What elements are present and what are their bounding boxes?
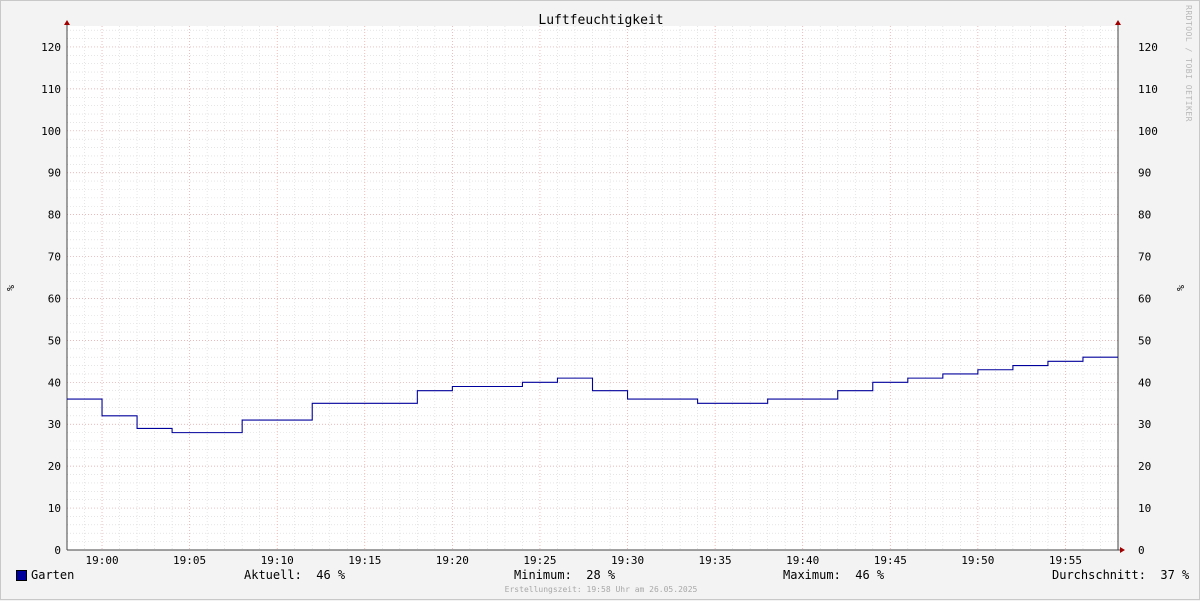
legend-max-value: 46 %	[855, 568, 884, 582]
y-tick-label-left: 30	[48, 418, 61, 431]
x-tick-label: 19:40	[786, 554, 819, 567]
x-tick-label: 19:05	[173, 554, 206, 567]
y-tick-label-right: 80	[1138, 209, 1151, 222]
x-tick-label: 19:50	[961, 554, 994, 567]
chart-title: Luftfeuchtigkeit	[538, 13, 663, 28]
y-tick-label-right: 0	[1138, 544, 1145, 557]
x-tick-label: 19:20	[436, 554, 469, 567]
legend-avg-label: Durchschnitt:	[1052, 568, 1146, 582]
legend-average: Durchschnitt: 37 %	[1052, 568, 1189, 582]
legend-min-label: Minimum:	[514, 568, 572, 582]
x-tick-label: 19:30	[611, 554, 644, 567]
legend-current-label: Aktuell:	[244, 568, 302, 582]
y-tick-label-left: 40	[48, 376, 61, 389]
y-tick-label-left: 100	[41, 125, 61, 138]
legend-avg-value: 37 %	[1160, 568, 1189, 582]
y-tick-label-right: 100	[1138, 125, 1158, 138]
legend-min-value: 28 %	[586, 568, 615, 582]
y-tick-label-left: 80	[48, 209, 61, 222]
y-tick-label-left: 90	[48, 167, 61, 180]
y-axis-left-arrow	[64, 20, 70, 25]
y-tick-label-left: 0	[54, 544, 61, 557]
rrdtool-watermark: RRDTOOL / TOBI OETIKER	[1184, 5, 1193, 122]
legend-max-label: Maximum:	[783, 568, 841, 582]
y-tick-label-right: 110	[1138, 83, 1158, 96]
y-tick-label-right: 60	[1138, 292, 1151, 305]
y-axis-right-arrow	[1115, 20, 1121, 25]
x-tick-label: 19:55	[1049, 554, 1082, 567]
legend-minimum: Minimum: 28 %	[514, 568, 615, 582]
y-axis-label-left: %	[6, 285, 17, 291]
y-tick-label-right: 120	[1138, 41, 1158, 54]
x-tick-label: 19:00	[85, 554, 118, 567]
legend-current-value: 46 %	[316, 568, 345, 582]
graph-frame: 0 0 10 10 20 20 30 30 40 40 50 50 60 60 70 70 80 80 90 90 10…	[0, 0, 1200, 600]
x-tick-label: 19:25	[523, 554, 556, 567]
legend-series-name: Garten	[31, 568, 74, 582]
y-tick-label-right: 30	[1138, 418, 1151, 431]
x-tick-label: 19:15	[348, 554, 381, 567]
y-tick-label-left: 110	[41, 83, 61, 96]
y-tick-label-right: 40	[1138, 376, 1151, 389]
creation-timestamp: Erstellungszeit: 19:58 Uhr am 26.05.2025	[1, 585, 1200, 594]
legend-maximum: Maximum: 46 %	[783, 568, 884, 582]
y-tick-label-left: 60	[48, 292, 61, 305]
x-axis-arrow	[1120, 547, 1125, 553]
y-tick-label-left: 70	[48, 251, 61, 264]
x-tick-label: 19:10	[261, 554, 294, 567]
y-tick-label-right: 70	[1138, 251, 1151, 264]
x-tick-label: 19:45	[874, 554, 907, 567]
y-tick-label-right: 10	[1138, 502, 1151, 515]
legend-current: Aktuell: 46 %	[244, 568, 345, 582]
y-tick-label-right: 50	[1138, 334, 1151, 347]
y-tick-label-right: 90	[1138, 167, 1151, 180]
y-tick-label-right: 20	[1138, 460, 1151, 473]
humidity-chart: 0 0 10 10 20 20 30 30 40 40 50 50 60 60 70 70 80 80 90 90 10…	[1, 1, 1200, 601]
y-tick-label-left: 50	[48, 334, 61, 347]
y-tick-label-left: 10	[48, 502, 61, 515]
y-axis-label-right: %	[1176, 285, 1187, 291]
x-tick-label: 19:35	[699, 554, 732, 567]
legend-swatch-garten	[16, 570, 27, 581]
y-tick-label-left: 120	[41, 41, 61, 54]
y-tick-label-left: 20	[48, 460, 61, 473]
